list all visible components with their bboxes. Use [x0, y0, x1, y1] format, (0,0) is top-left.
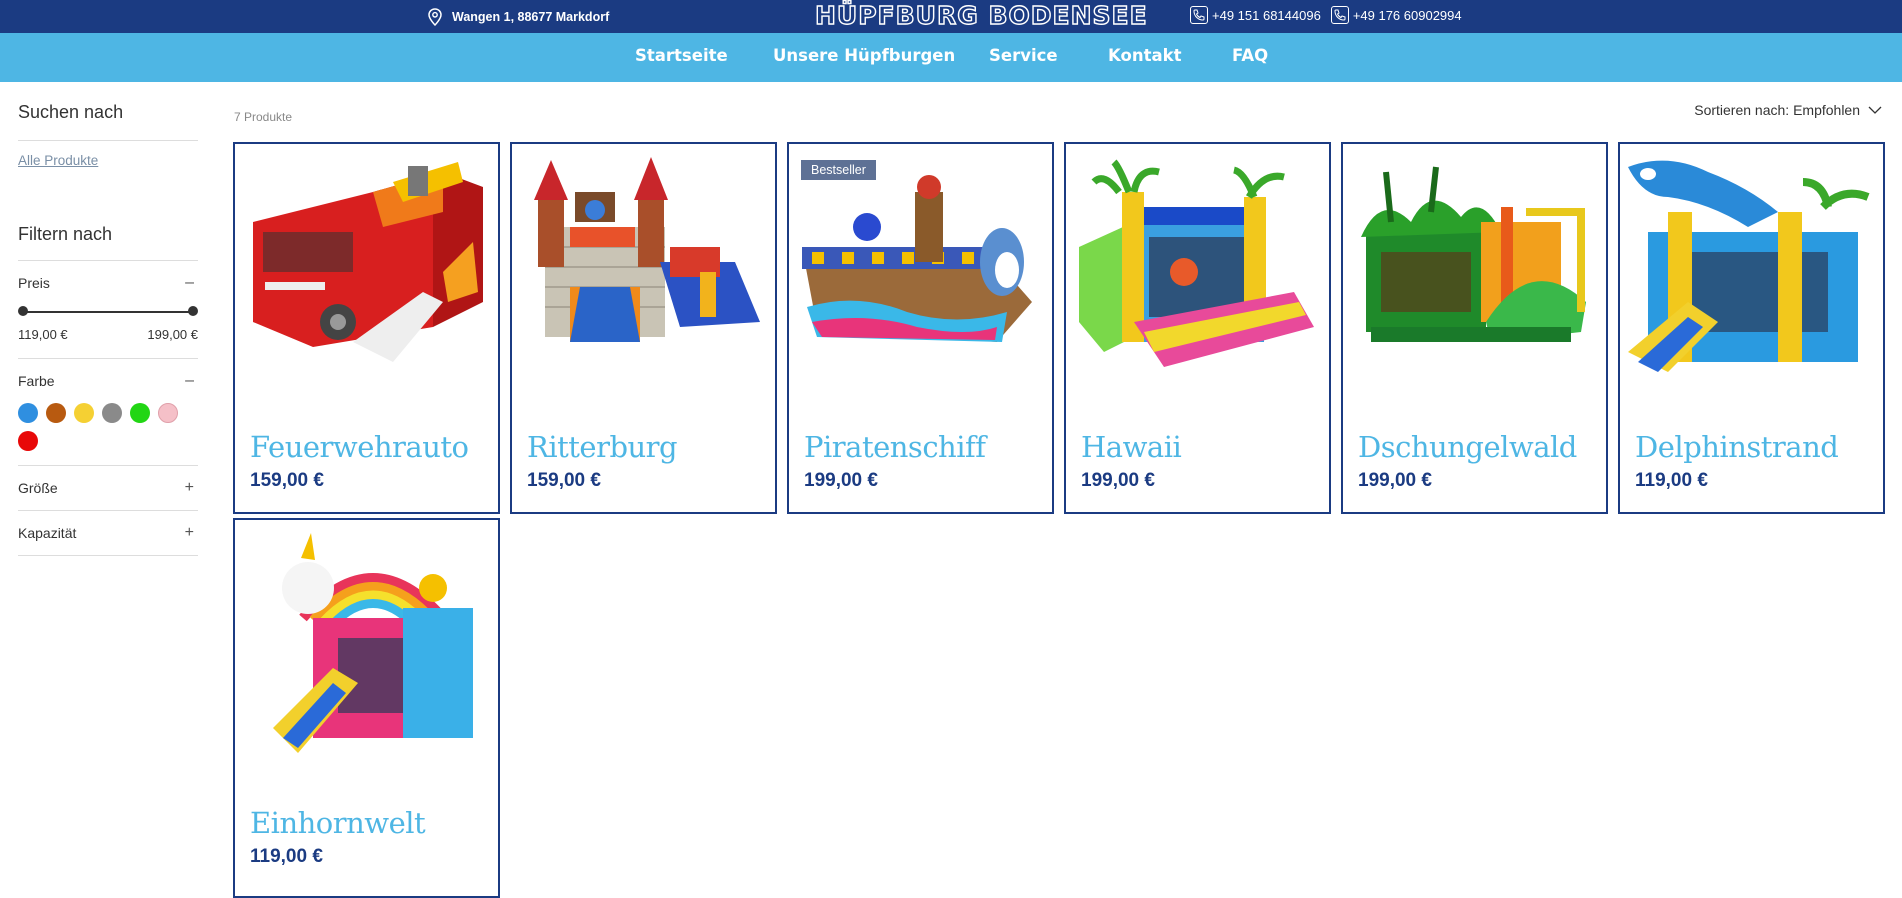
collapse-icon: – — [185, 274, 194, 291]
address-text: Wangen 1, 88677 Markdorf — [452, 10, 610, 24]
main-navigation: Startseite Unsere Hüpfburgen Service Kon… — [0, 33, 1902, 82]
product-name[interactable]: Einhornwelt — [250, 806, 426, 840]
phone-icon — [1330, 6, 1349, 24]
color-swatch[interactable] — [46, 403, 66, 423]
color-swatch[interactable] — [18, 403, 38, 423]
expand-icon: + — [184, 524, 194, 541]
product-price: 119,00 € — [1635, 470, 1708, 491]
product-price: 159,00 € — [527, 470, 601, 491]
product-price: 119,00 € — [250, 846, 323, 867]
nav-service[interactable]: Service — [989, 46, 1058, 65]
product-card[interactable]: Ritterburg 159,00 € — [510, 142, 777, 514]
product-price: 199,00 € — [1358, 470, 1432, 491]
price-filter: Preis – 119,00 € 199,00 € — [18, 261, 198, 359]
product-name[interactable]: Hawaii — [1081, 430, 1182, 464]
slider-track — [22, 311, 194, 313]
product-count: 7 Produkte — [234, 110, 293, 124]
product-image — [534, 157, 760, 342]
collapse-icon: – — [185, 372, 194, 389]
slider-max-handle[interactable] — [188, 306, 198, 316]
product-image — [253, 162, 483, 362]
all-products-link[interactable]: Alle Produkte — [18, 153, 198, 168]
address: Wangen 1, 88677 Markdorf — [428, 7, 609, 27]
price-range-values: 119,00 € 199,00 € — [18, 327, 198, 358]
nav-unsere-huepfburgen[interactable]: Unsere Hüpfburgen — [773, 46, 955, 65]
bestseller-badge: Bestseller — [801, 160, 876, 180]
capacity-filter-header[interactable]: Kapazität + — [18, 511, 198, 555]
price-min: 119,00 € — [18, 327, 68, 342]
color-swatch[interactable] — [130, 403, 150, 423]
nav-faq[interactable]: FAQ — [1232, 46, 1268, 65]
product-card[interactable]: Dschungelwald 199,00 € — [1341, 142, 1608, 514]
product-card[interactable]: Bestseller Piratenschiff 199,00 € — [787, 142, 1054, 514]
price-filter-header[interactable]: Preis – — [18, 261, 198, 305]
product-name[interactable]: Piratenschiff — [804, 430, 986, 464]
color-label: Farbe — [18, 373, 55, 389]
size-filter-header[interactable]: Größe + — [18, 466, 198, 510]
phone-numbers: +49 151 68144096 +49 176 60902994 — [1190, 6, 1462, 24]
capacity-filter: Kapazität + — [18, 511, 198, 556]
color-swatch[interactable] — [102, 403, 122, 423]
product-name[interactable]: Delphinstrand — [1635, 430, 1839, 464]
phone-1[interactable]: +49 151 68144096 — [1212, 8, 1321, 23]
expand-icon: + — [184, 479, 194, 496]
color-filter: Farbe – — [18, 359, 198, 466]
product-image — [1361, 166, 1586, 342]
phone-icon — [1190, 6, 1208, 24]
product-image — [1628, 160, 1870, 372]
chevron-down-icon — [1868, 106, 1882, 114]
location-pin-icon — [428, 8, 442, 26]
size-filter: Größe + — [18, 466, 198, 511]
product-image — [1079, 159, 1314, 367]
product-name[interactable]: Dschungelwald — [1358, 430, 1577, 464]
color-filter-header[interactable]: Farbe – — [18, 359, 198, 403]
nav-kontakt[interactable]: Kontakt — [1108, 46, 1181, 65]
color-swatch[interactable] — [74, 403, 94, 423]
product-price: 199,00 € — [1081, 470, 1155, 491]
size-label: Größe — [18, 480, 58, 496]
color-swatch[interactable] — [158, 403, 178, 423]
product-card[interactable]: Hawaii 199,00 € — [1064, 142, 1331, 514]
product-image — [802, 175, 1032, 342]
filter-sidebar: Suchen nach Alle Produkte Filtern nach P… — [18, 82, 198, 556]
sort-dropdown[interactable]: Sortieren nach: Empfohlen — [1694, 102, 1882, 118]
sort-label: Sortieren nach: Empfohlen — [1694, 102, 1860, 118]
price-label: Preis — [18, 275, 50, 291]
color-swatches — [18, 403, 188, 465]
product-name[interactable]: Ritterburg — [527, 430, 678, 464]
product-image — [273, 533, 473, 753]
price-max: 199,00 € — [147, 327, 198, 342]
top-bar: Wangen 1, 88677 Markdorf HÜPFBURG BODENS… — [0, 0, 1902, 33]
product-card[interactable]: Feuerwehrauto 159,00 € — [233, 142, 500, 514]
site-logo[interactable]: HÜPFBURG BODENSEE — [814, 0, 1148, 30]
product-card[interactable]: Delphinstrand 119,00 € — [1618, 142, 1885, 514]
search-title: Suchen nach — [18, 102, 198, 141]
slider-min-handle[interactable] — [18, 306, 28, 316]
product-price: 159,00 € — [250, 470, 324, 491]
color-swatch[interactable] — [18, 431, 38, 451]
price-slider[interactable] — [18, 305, 198, 319]
filter-title: Filtern nach — [18, 224, 198, 261]
capacity-label: Kapazität — [18, 525, 77, 541]
product-card[interactable]: Einhornwelt 119,00 € — [233, 518, 500, 898]
nav-startseite[interactable]: Startseite — [635, 46, 728, 65]
product-price: 199,00 € — [804, 470, 878, 491]
phone-2[interactable]: +49 176 60902994 — [1353, 8, 1462, 23]
product-name[interactable]: Feuerwehrauto — [250, 430, 469, 464]
